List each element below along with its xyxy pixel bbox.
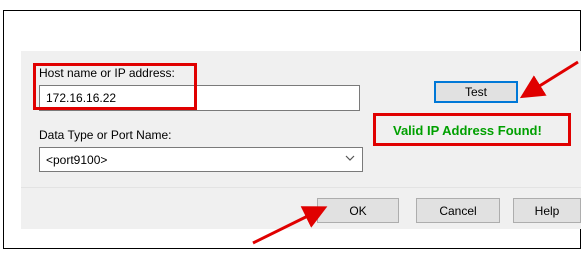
arrow-to-test-button xyxy=(519,60,579,99)
red-arrow-icon xyxy=(252,60,579,245)
arrow-to-ok-button xyxy=(252,206,328,245)
